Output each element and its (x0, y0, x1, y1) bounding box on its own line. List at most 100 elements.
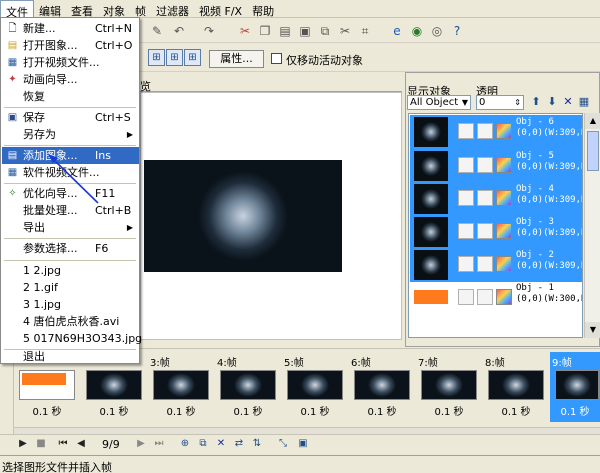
color-swatch[interactable] (496, 123, 512, 139)
menu-view[interactable]: 查看 (66, 0, 98, 18)
color-swatch[interactable] (496, 289, 512, 305)
color-swatch[interactable] (496, 157, 512, 173)
reverse-frames-icon[interactable]: ⇄ (232, 437, 246, 451)
lock-toggle[interactable] (477, 123, 493, 139)
visibility-toggle[interactable] (458, 256, 474, 272)
menu-object[interactable]: 对象 (98, 0, 130, 18)
align-left-icon[interactable]: ⊞ (148, 49, 165, 66)
menu-item-preferences[interactable]: 参数选择... F6 (2, 240, 139, 257)
play-icon[interactable]: ▶ (16, 437, 30, 451)
menu-item-new[interactable]: 🗋 新建... Ctrl+N (2, 20, 139, 37)
menu-item-add-video[interactable]: ▦ 软件视频文件... (2, 164, 139, 181)
chevron-down-icon[interactable]: ▼ (462, 96, 468, 109)
spinner-icon[interactable]: ⇕ (514, 96, 521, 109)
frame-duration[interactable]: 0.1 秒 (148, 403, 214, 418)
lock-toggle[interactable] (477, 157, 493, 173)
object-up-icon[interactable]: ⬆ (529, 95, 543, 109)
lock-toggle[interactable] (477, 223, 493, 239)
frame-duration[interactable]: 0.1 秒 (416, 403, 482, 418)
cut-icon[interactable]: ✂ (236, 22, 254, 40)
frame-duration[interactable]: 0.1 秒 (81, 403, 147, 418)
timeline-scrollbar[interactable] (14, 427, 600, 434)
frame-duration[interactable]: 0.1 秒 (14, 403, 80, 418)
menu-item-save-as[interactable]: 另存为 ▶ (2, 126, 139, 143)
menu-item-save[interactable]: ▣ 保存 Ctrl+S (2, 109, 139, 126)
menu-item-exit[interactable]: 退出 (2, 348, 139, 365)
duplicate-frame-icon[interactable]: ⧉ (316, 22, 334, 40)
object-list-scrollbar[interactable]: ▲ ▼ (584, 113, 600, 338)
copy-icon[interactable]: ❐ (256, 22, 274, 40)
delete-frame-icon[interactable]: ✕ (214, 437, 228, 451)
menu-item-recent-2[interactable]: 2 1.gif (2, 279, 139, 296)
frame-duration[interactable]: 0.1 秒 (282, 403, 348, 418)
object-row[interactable]: Obj - 2 (0,0)(W:309,H: (410, 248, 582, 282)
menu-item-open-image[interactable]: ▤ 打开图象... Ctrl+O (2, 37, 139, 54)
insert-frame-icon[interactable]: ▣ (296, 22, 314, 40)
preview-icon[interactable]: ◉ (408, 22, 426, 40)
web-icon[interactable]: ◎ (428, 22, 446, 40)
frame-cell[interactable]: 7:帧 0.1 秒 (416, 352, 482, 422)
frame-cell[interactable]: 5:帧 0.1 秒 (282, 352, 348, 422)
menu-filter[interactable]: 过滤器 (151, 0, 194, 18)
frame-cell[interactable]: 8:帧 0.1 秒 (483, 352, 549, 422)
menu-item-recent-4[interactable]: 4 唐伯虎点秋香.avi (2, 313, 139, 330)
menu-help[interactable]: 帮助 (247, 0, 279, 18)
color-swatch[interactable] (496, 223, 512, 239)
frame-cell[interactable]: 3:帧 0.1 秒 (148, 352, 214, 422)
menu-item-open-video[interactable]: ▦ 打开视频文件... (2, 54, 139, 71)
delete-frame-icon[interactable]: ✂ (336, 22, 354, 40)
menu-item-recent-5[interactable]: 5 017N69H3O343.jpg (2, 330, 142, 347)
visibility-toggle[interactable] (458, 190, 474, 206)
scroll-thumb[interactable] (587, 131, 599, 171)
undo-icon[interactable]: ↶ (170, 22, 188, 40)
frame-duration[interactable]: 0.1 秒 (483, 403, 549, 418)
flip-frames-icon[interactable]: ⇅ (250, 437, 264, 451)
prev-frame-icon[interactable]: ◀ (74, 437, 88, 451)
object-row[interactable]: Obj - 3 (0,0)(W:309,H: (410, 215, 582, 249)
menu-edit[interactable]: 编辑 (34, 0, 66, 18)
scroll-down-icon[interactable]: ▼ (585, 322, 600, 338)
frame-cell-selected[interactable]: 9:帧 0.1 秒 (550, 352, 600, 422)
visibility-toggle[interactable] (458, 123, 474, 139)
frame-properties-icon[interactable]: ▣ (296, 437, 310, 451)
display-object-select[interactable]: All Object ▼ (407, 95, 471, 110)
menu-item-optimize-wizard[interactable]: ✧ 优化向导... F11 (2, 185, 139, 202)
lock-toggle[interactable] (477, 289, 493, 305)
object-down-icon[interactable]: ⬇ (545, 95, 559, 109)
move-active-checkbox[interactable] (271, 53, 282, 64)
align-center-icon[interactable]: ⊞ (166, 49, 183, 66)
alpha-input[interactable]: 0 ⇕ (476, 95, 524, 110)
crop-icon[interactable]: ⌗ (356, 22, 374, 40)
lock-toggle[interactable] (477, 190, 493, 206)
redo-icon[interactable]: ↷ (200, 22, 218, 40)
align-right-icon[interactable]: ⊞ (184, 49, 201, 66)
visibility-toggle[interactable] (458, 157, 474, 173)
visibility-toggle[interactable] (458, 289, 474, 305)
color-swatch[interactable] (496, 190, 512, 206)
browser-preview-icon[interactable]: e (388, 22, 406, 40)
insert-frame-icon[interactable]: ⊕ (178, 437, 192, 451)
menu-item-recent-3[interactable]: 3 1.jpg (2, 296, 139, 313)
frame-cell[interactable]: 4:帧 0.1 秒 (215, 352, 281, 422)
menu-video-fx[interactable]: 视频 F/X (194, 0, 247, 18)
visibility-toggle[interactable] (458, 223, 474, 239)
paint-icon[interactable]: ✎ (148, 22, 166, 40)
stop-icon[interactable]: ■ (34, 437, 48, 451)
object-row[interactable]: Obj - 1 (0,0)(W:300,H: (410, 281, 582, 315)
object-row[interactable]: Obj - 6 (0,0)(W:309,H: (410, 115, 582, 149)
tween-icon[interactable]: ⤡ (276, 437, 290, 451)
menu-item-revert[interactable]: 恢复 (2, 88, 139, 105)
color-swatch[interactable] (496, 256, 512, 272)
menu-item-export[interactable]: 导出 ▶ (2, 219, 139, 236)
first-frame-icon[interactable]: ⏮ (56, 437, 70, 451)
frame-duration[interactable]: 0.1 秒 (215, 403, 281, 418)
paste-icon[interactable]: ▤ (276, 22, 294, 40)
merge-object-icon[interactable]: ▦ (577, 95, 591, 109)
delete-object-icon[interactable]: ✕ (561, 95, 575, 109)
properties-button[interactable]: 属性... (209, 50, 264, 68)
menu-item-recent-1[interactable]: 1 2.jpg (2, 262, 139, 279)
object-row[interactable]: Obj - 4 (0,0)(W:309,H: (410, 182, 582, 216)
scroll-up-icon[interactable]: ▲ (585, 113, 600, 129)
menu-frame[interactable]: 帧 (130, 0, 151, 18)
object-row[interactable]: Obj - 5 (0,0)(W:309,H: (410, 149, 582, 183)
